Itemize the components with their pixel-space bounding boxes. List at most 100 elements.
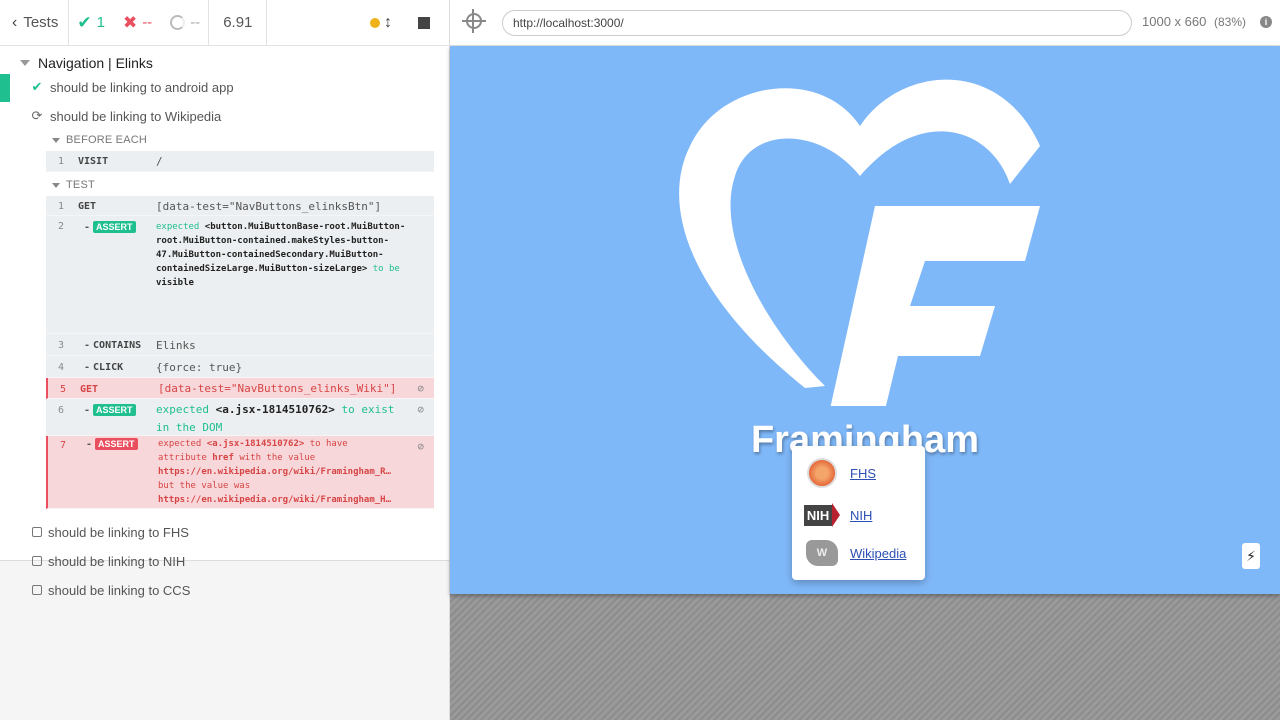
command-name: VISIT [78,156,109,167]
command-name: GET [78,201,97,212]
auto-scroll-dot-icon [370,17,380,28]
expected-url: https://en.wikipedia.org/wiki/Framingham… [158,467,391,477]
assert-subject: <a.jsx-1814510762> [206,439,305,449]
assert-badge: ASSERT [95,438,138,450]
command-number: 1 [58,201,65,212]
nih-link[interactable]: NIH [850,508,872,523]
command-message: expected <a.jsx-1814510762> to have attr… [158,437,408,507]
command-row[interactable]: 2 - ASSERT expected <button.MuiButtonBase… [46,216,434,334]
x-icon: ✖ [122,12,138,32]
hook-title: TEST [66,179,95,191]
failed-stat: ✖ -- [123,13,152,33]
test-item[interactable]: should be linking to FHS [32,520,189,544]
command-name: GET [80,384,99,395]
stats-group: ✔ 1 ✖ -- -- [69,0,210,45]
command-row-failed[interactable]: 5 GET [data-test="NavButtons_elinks_Wiki… [46,378,434,399]
tests-button[interactable]: ‹ Tests [0,0,70,45]
assert-badge: ASSERT [93,221,136,233]
pending-circle-icon [170,15,186,30]
command-row[interactable]: 1 VISIT / [46,151,434,172]
viewport-size: 1000 x 660 [1142,14,1207,29]
test-item[interactable]: ✔ should be linking to android app [30,75,234,99]
command-number: 2 [58,221,65,232]
command-message: {force: true} [156,361,243,374]
caret-down-icon [52,137,60,143]
menu-item-fhs[interactable]: FHS [804,458,876,488]
wiki-badge-text: W [806,540,838,566]
menu-item-nih[interactable]: NIH NIH [803,500,872,530]
command-message: [data-test="NavButtons_elinks_Wiki"] [158,382,397,395]
duration: 6.91 [209,0,268,45]
pending-box-icon [32,556,42,566]
menu-item-wikipedia[interactable]: W Wikipedia [804,538,906,568]
test-item[interactable]: should be linking to NIH [32,549,185,573]
eye-slash-icon[interactable]: ⊘ [417,440,424,453]
suite-title[interactable]: Navigation | Elinks [20,52,153,74]
assert-text: to have [309,439,348,449]
pending-box-icon [32,527,42,537]
info-icon[interactable]: i [1260,16,1272,28]
tests-label: Tests [23,14,59,31]
command-row[interactable]: 3 - CONTAINS Elinks [46,334,434,356]
refresh-icon: ⟳ [31,108,43,123]
reporter-header: ‹ Tests ✔ 1 ✖ -- -- 6.91 ↕ [0,0,449,46]
hook-before-each[interactable]: BEFORE EACH [52,134,147,146]
test-title: should be linking to CCS [48,582,191,598]
command-row[interactable]: 4 - CLICK {force: true} [46,356,434,378]
command-name-text: CONTAINS [93,340,142,351]
suite-name: Navigation | Elinks [38,55,153,71]
actual-url: https://en.wikipedia.org/wiki/Framingham… [158,495,391,505]
elinks-menu: FHS NIH NIH W Wikipedia [792,446,925,580]
pending-stat: -- [170,14,200,31]
eye-slash-icon[interactable]: ⊘ [417,382,424,395]
chevron-left-icon: ‹ [12,13,18,31]
check-icon: ✔ [31,79,43,94]
command-row[interactable]: 6 - ASSERT expected <a.jsx-1814510762> to… [46,399,434,436]
command-number: 5 [60,384,67,395]
failed-count: -- [142,14,153,31]
expected-word: expected [156,403,209,416]
fhs-link[interactable]: FHS [850,466,876,481]
command-name-text: CLICK [93,362,124,373]
fhs-logo-icon [804,458,840,488]
assert-value: visible [156,278,194,288]
pending-box-icon [32,585,42,595]
check-icon: ✔ [77,12,92,32]
run-controls: ↕ [267,0,449,45]
nih-logo-icon: NIH [803,500,841,530]
selector-playground-icon[interactable] [462,9,486,33]
command-number: 1 [58,156,65,167]
test-title: should be linking to FHS [48,524,189,540]
test-title: should be linking to Wikipedia [50,108,222,124]
heart-f-logo [679,79,1040,406]
wikipedia-logo-icon: W [804,538,840,568]
eye-slash-icon[interactable]: ⊘ [417,403,424,416]
viewport-scale: (83%) [1213,15,1246,29]
passed-stat: ✔ 1 [77,13,105,33]
command-name: - ASSERT [86,438,138,450]
command-number: 3 [58,340,65,351]
reporter-panel: ‹ Tests ✔ 1 ✖ -- -- 6.91 ↕ Navigation | … [0,0,450,720]
command-message: expected <button.MuiButtonBase-root.MuiB… [156,220,406,290]
url-bar[interactable]: http://localhost:3000/ [502,10,1132,36]
wikipedia-link[interactable]: Wikipedia [850,546,906,561]
test-item[interactable]: should be linking to CCS [32,578,190,602]
command-row[interactable]: 1 GET [data-test="NavButtons_elinksBtn"] [46,196,434,216]
command-name: - ASSERT [84,221,136,233]
test-item[interactable]: ⟳ should be linking to Wikipedia [30,104,222,128]
command-name: - CLICK [84,362,124,373]
hook-title: BEFORE EACH [66,134,148,146]
hook-test[interactable]: TEST [52,179,95,191]
command-message: Elinks [156,339,196,352]
stop-button[interactable] [418,16,430,29]
app-viewport: Framingham Ca sk FHS NIH NIH W Wikipedia… [450,46,1280,594]
runnables: Navigation | Elinks ✔ should be linking … [0,46,449,598]
expected-word: expected [156,222,200,232]
lightning-icon[interactable]: ⚡ [1242,543,1260,569]
passed-count: 1 [96,14,105,31]
auto-scroll-toggle-icon[interactable]: ↕ [384,14,392,32]
aut-panel: http://localhost:3000/ 1000 x 660 (83%) … [450,0,1280,720]
assert-badge: ASSERT [93,404,136,416]
command-row-failed[interactable]: 7 - ASSERT expected <a.jsx-1814510762> to… [46,436,434,509]
caret-down-icon [52,182,60,188]
